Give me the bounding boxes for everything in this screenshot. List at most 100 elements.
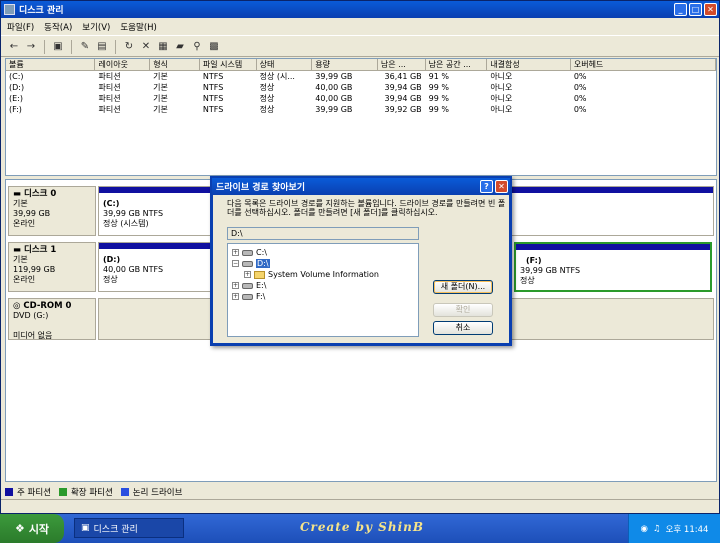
collapse-icon[interactable]: − (232, 260, 239, 267)
status-cell: 정상 (시... (259, 72, 295, 81)
disk-status: 미디어 없음 (13, 331, 53, 340)
clock[interactable]: 오후 11:44 (666, 523, 709, 535)
free-percent-cell: 99 % (428, 105, 449, 114)
disk-type: DVD (G:) (13, 311, 49, 320)
free-cell: 36,41 GB (384, 72, 422, 81)
drive-icon (242, 293, 253, 300)
column-header[interactable]: 오버헤드 (571, 59, 716, 70)
disk-info[interactable]: ◎ CD-ROM 0 DVD (G:) 미디어 없음 (8, 298, 96, 340)
tree-node-sysvol[interactable]: + System Volume Information (244, 269, 379, 280)
browse-drive-path-dialog: 드라이브 경로 찾아보기 ? ✕ 다음 목록은 드라이브 경로를 지원하는 볼륨… (210, 176, 512, 346)
help-button[interactable]: ? (480, 180, 493, 193)
network-icon[interactable]: ◉ (641, 524, 648, 534)
layout-cell: 파티션 (98, 105, 121, 114)
status-cell: 정상 (259, 105, 275, 114)
dialog-title-bar: 드라이브 경로 찾아보기 ? ✕ (212, 178, 510, 195)
tree-node-c[interactable]: + C:\ (232, 247, 267, 258)
layout-cell: 파티션 (98, 83, 121, 92)
free-percent-cell: 99 % (428, 94, 449, 103)
system-tray: ◉ ♫ 오후 11:44 (628, 514, 720, 543)
toolbar: ← → ▣ ✎ ▤ ↻ ✕ ▦ ▰ ⚲ ▩ (1, 37, 719, 57)
delete-icon[interactable]: ✕ (139, 40, 153, 54)
overhead-cell: 0% (573, 83, 587, 92)
legend-label: 확장 파티션 (70, 488, 113, 498)
cancel-button[interactable]: 취소 (433, 321, 493, 335)
tree-label: D:\ (256, 259, 270, 268)
column-header[interactable]: 상태 (257, 59, 313, 70)
capacity-cell: 40,00 GB (315, 83, 353, 92)
column-header[interactable]: 볼륨 (6, 59, 96, 70)
properties-icon[interactable]: ✎ (78, 40, 92, 54)
fault-tolerance-cell: 아니오 (490, 94, 513, 103)
column-header[interactable]: 레이아웃 (95, 59, 151, 70)
open-icon[interactable]: ▰ (173, 40, 187, 54)
close-button[interactable]: ✕ (704, 3, 717, 16)
start-button[interactable]: ❖ 시작 (0, 514, 64, 543)
taskbar: ❖ 시작 ▣ 디스크 관리 Create by ShinB ◉ ♫ 오후 11:… (0, 514, 720, 543)
tree-node-e[interactable]: + E:\ (232, 280, 266, 291)
taskbar-item-disk-management[interactable]: ▣ 디스크 관리 (74, 518, 184, 538)
toolbar-separator (115, 39, 116, 54)
hdd-icon: ▬ (13, 245, 24, 255)
expand-icon[interactable]: + (244, 271, 251, 278)
new-folder-button[interactable]: 새 폴더(N)... (433, 280, 493, 294)
partition-f[interactable]: (F:) 39,99 GB NTFS 정상 (514, 242, 712, 292)
volume-name: (F:) (9, 105, 22, 114)
title-bar: 디스크 관리 _ □ ✕ (1, 1, 719, 18)
ok-button[interactable]: 확인 (433, 303, 493, 317)
menu-help[interactable]: 도움말(H) (120, 21, 156, 33)
column-header[interactable]: 내결함성 (487, 59, 571, 70)
menu-file[interactable]: 파일(F) (7, 21, 34, 33)
back-icon[interactable]: ← (7, 40, 21, 54)
table-row[interactable]: (C:) 파티션 기본 NTFS 정상 (시... 39,99 GB 36,41… (6, 71, 716, 82)
column-header[interactable]: 남은 ... (378, 59, 426, 70)
folder-tree[interactable]: + C:\ − D:\ + System Volume Information + E:… (227, 243, 419, 337)
disk-size: 119,99 GB (13, 265, 56, 274)
expand-icon[interactable]: + (232, 293, 239, 300)
menu-view[interactable]: 보기(V) (82, 21, 110, 33)
fs-cell: NTFS (202, 105, 224, 114)
volume-name: (D:) (9, 83, 25, 92)
column-header[interactable]: 남은 공간 ... (426, 59, 488, 70)
minimize-button[interactable]: _ (674, 3, 687, 16)
start-label: 시작 (28, 522, 50, 536)
tree-label: C:\ (256, 248, 267, 257)
expand-icon[interactable]: + (232, 249, 239, 256)
disk-status: 온라인 (13, 219, 36, 228)
tree-node-d[interactable]: − D:\ (232, 258, 270, 269)
toolbar-separator (71, 39, 72, 54)
drive-icon (242, 260, 253, 267)
expand-icon[interactable]: + (232, 282, 239, 289)
properties-sheet-icon[interactable]: ▦ (156, 40, 170, 54)
maximize-button[interactable]: □ (689, 3, 702, 16)
window-title: 디스크 관리 (19, 6, 64, 16)
list-icon[interactable]: ▤ (95, 40, 109, 54)
volume-icon[interactable]: ♫ (653, 524, 661, 534)
column-header[interactable]: 용량 (312, 59, 378, 70)
layout-cell: 파티션 (98, 72, 121, 81)
tree-label: F:\ (256, 292, 266, 301)
partition-label: (F:) (526, 256, 542, 265)
table-row[interactable]: (F:) 파티션 기본 NTFS 정상 39,99 GB 39,92 GB 99… (6, 104, 716, 115)
drive-icon (242, 282, 253, 289)
column-header[interactable]: 형식 (150, 59, 200, 70)
column-header[interactable]: 파일 시스템 (200, 59, 257, 70)
disk-name: CD-ROM 0 (23, 301, 72, 311)
refresh-icon[interactable]: ↻ (122, 40, 136, 54)
help-icon[interactable]: ▩ (207, 40, 221, 54)
disk-info[interactable]: ▬ 디스크 1 기본 119,99 GB 온라인 (8, 242, 96, 292)
disk-status: 온라인 (13, 275, 36, 284)
dialog-close-button[interactable]: ✕ (495, 180, 508, 193)
table-row[interactable]: (E:) 파티션 기본 NTFS 정상 40,00 GB 39,94 GB 99… (6, 93, 716, 104)
search-icon[interactable]: ⚲ (190, 40, 204, 54)
dialog-title: 드라이브 경로 찾아보기 (216, 183, 306, 193)
disk-info[interactable]: ▬ 디스크 0 기본 39,99 GB 온라인 (8, 186, 96, 236)
status-cell: 정상 (259, 83, 275, 92)
table-row[interactable]: (D:) 파티션 기본 NTFS 정상 40,00 GB 39,94 GB 99… (6, 82, 716, 93)
menu-action[interactable]: 동작(A) (44, 21, 72, 33)
folder-icon (254, 270, 265, 279)
console-tree-icon[interactable]: ▣ (51, 40, 65, 54)
forward-icon[interactable]: → (24, 40, 38, 54)
capacity-cell: 39,99 GB (315, 72, 353, 81)
tree-node-f[interactable]: + F:\ (232, 291, 265, 302)
